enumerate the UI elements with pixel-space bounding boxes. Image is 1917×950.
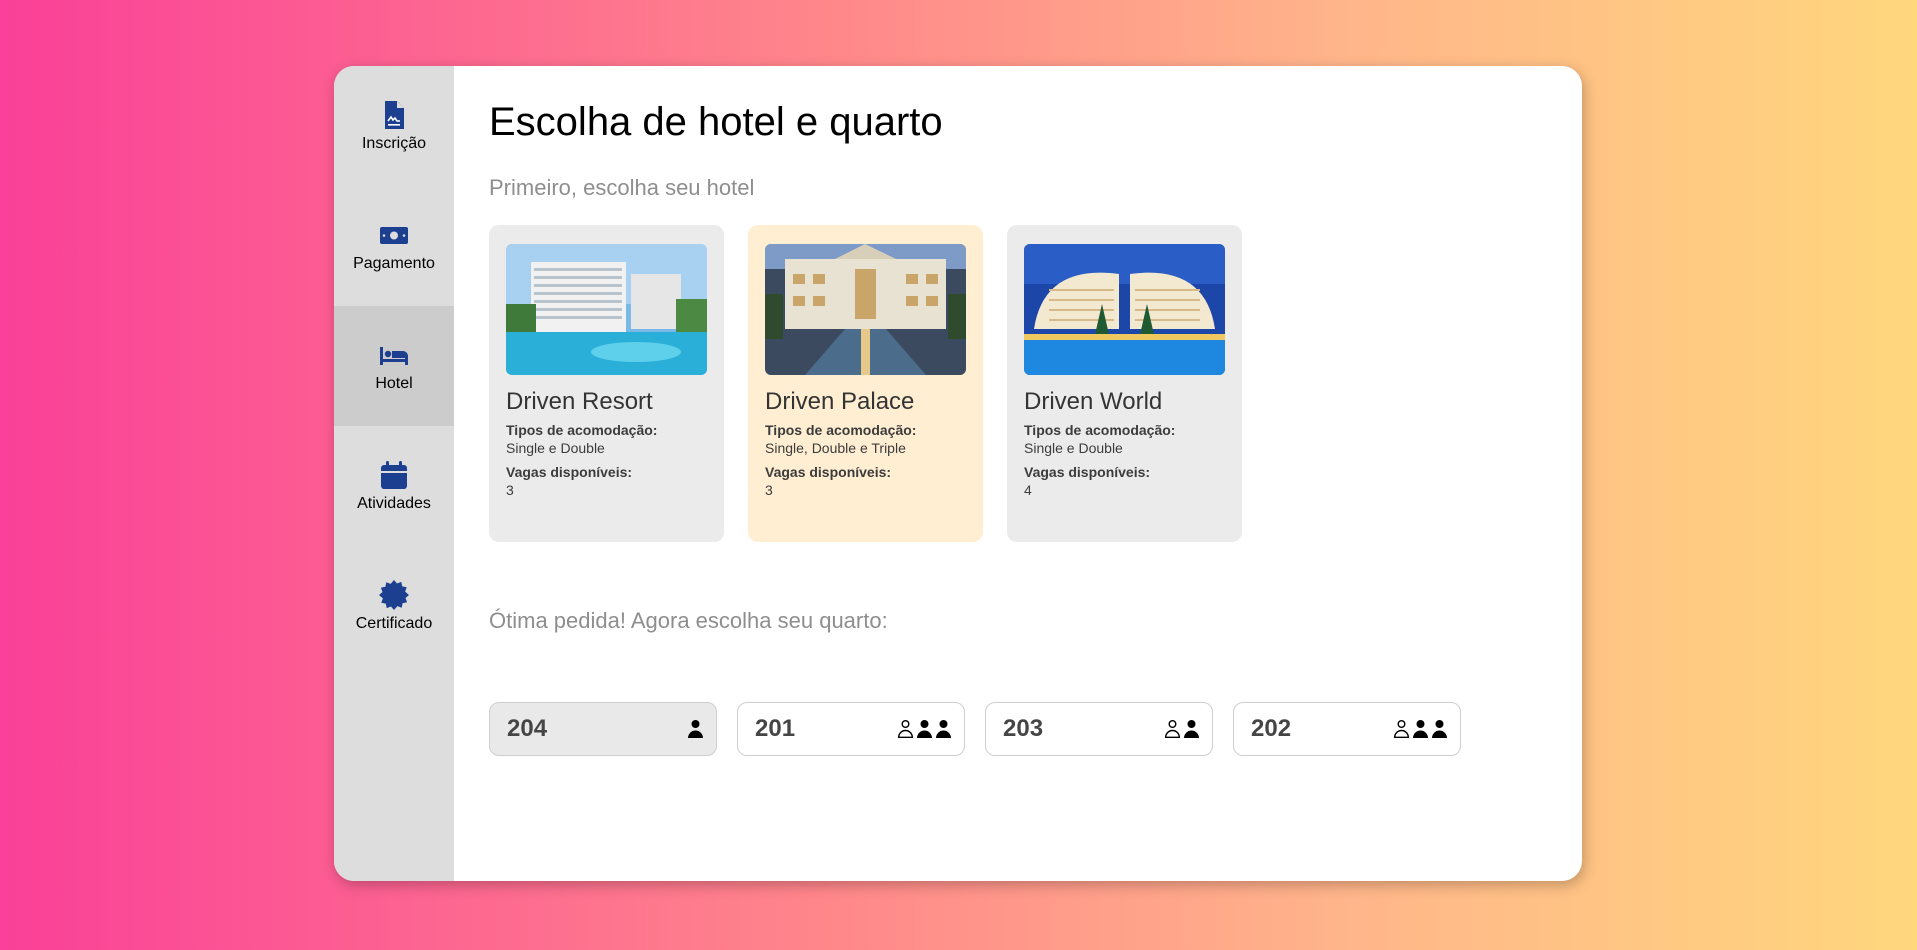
- sidebar-item-label: Inscrição: [361, 135, 427, 152]
- person-filled-icon: [936, 720, 951, 738]
- vacancies-value: 3: [765, 482, 773, 498]
- hotel-card[interactable]: Driven Palace Tipos de acomodação: Singl…: [748, 225, 983, 542]
- room-number: 201: [755, 715, 796, 742]
- main-content: Escolha de hotel e quarto Primeiro, esco…: [454, 66, 1582, 881]
- person-outline-icon: [1164, 720, 1181, 738]
- hotel-photo-palace: [765, 244, 966, 375]
- sidebar-item-label: Pagamento: [353, 255, 435, 272]
- vacancies-value: 3: [506, 482, 514, 498]
- sidebar-item-hotel[interactable]: Hotel: [334, 306, 454, 426]
- room-button[interactable]: 202: [1233, 702, 1461, 756]
- app-window: Inscrição Pagamento Hotel Atividades Cer…: [334, 66, 1582, 881]
- person-filled-icon: [1184, 720, 1199, 738]
- sidebar-item-label: Atividades: [357, 495, 431, 512]
- room-button[interactable]: 203: [985, 702, 1213, 756]
- room-button[interactable]: 201: [737, 702, 965, 756]
- person-filled-icon: [688, 720, 703, 738]
- hotel-photo-world: [1024, 244, 1225, 375]
- room-occupancy: [687, 719, 704, 739]
- hotel-photo-resort: [506, 244, 707, 375]
- accommodation-types: Single e Double: [506, 440, 605, 456]
- hotel-card[interactable]: Driven World Tipos de acomodação: Single…: [1007, 225, 1242, 542]
- person-outline-icon: [1393, 720, 1410, 738]
- room-number: 204: [507, 715, 548, 742]
- person-filled-icon: [1432, 720, 1447, 738]
- accommodation-types-label: Tipos de acomodação:: [506, 422, 658, 438]
- sidebar: Inscrição Pagamento Hotel Atividades Cer…: [334, 66, 454, 881]
- room-occupancy: [1393, 719, 1448, 739]
- hotel-list: Driven Resort Tipos de acomodação: Singl…: [489, 225, 1582, 542]
- bed-icon: [380, 347, 408, 365]
- vacancies-value: 4: [1024, 482, 1032, 498]
- hotel-name: Driven Palace: [765, 388, 915, 415]
- hotel-card[interactable]: Driven Resort Tipos de acomodação: Singl…: [489, 225, 724, 542]
- sidebar-item-label: Hotel: [375, 375, 413, 392]
- accommodation-types-label: Tipos de acomodação:: [765, 422, 917, 438]
- room-occupancy: [897, 719, 952, 739]
- sidebar-item-inscricao[interactable]: Inscrição: [334, 66, 454, 186]
- room-number: 202: [1251, 715, 1292, 742]
- room-button[interactable]: 204: [489, 702, 717, 756]
- room-number: 203: [1003, 715, 1044, 742]
- document-icon: [385, 101, 404, 129]
- sidebar-item-certificado[interactable]: Certificado: [334, 546, 454, 666]
- sidebar-item-label: Certificado: [355, 615, 433, 632]
- accommodation-types: Single e Double: [1024, 440, 1123, 456]
- sidebar-item-pagamento[interactable]: Pagamento: [334, 186, 454, 306]
- sidebar-item-atividades[interactable]: Atividades: [334, 426, 454, 546]
- room-occupancy: [1164, 719, 1200, 739]
- person-filled-icon: [1413, 720, 1428, 738]
- vacancies-label: Vagas disponíveis:: [765, 464, 892, 480]
- certificate-icon: [379, 580, 409, 610]
- hotel-name: Driven Resort: [506, 388, 653, 415]
- accommodation-types-label: Tipos de acomodação:: [1024, 422, 1176, 438]
- vacancies-label: Vagas disponíveis:: [506, 464, 633, 480]
- vacancies-label: Vagas disponíveis:: [1024, 464, 1151, 480]
- accommodation-types: Single, Double e Triple: [765, 440, 906, 456]
- money-icon: [380, 227, 408, 244]
- person-outline-icon: [897, 720, 914, 738]
- room-prompt: Ótima pedida! Agora escolha seu quarto:: [489, 608, 888, 633]
- calendar-icon: [381, 461, 407, 489]
- person-filled-icon: [917, 720, 932, 738]
- hotel-name: Driven World: [1024, 388, 1163, 415]
- page-title: Escolha de hotel e quarto: [489, 100, 943, 144]
- hotel-prompt: Primeiro, escolha seu hotel: [489, 175, 755, 200]
- room-list: 204 201 203 202: [489, 702, 1582, 756]
